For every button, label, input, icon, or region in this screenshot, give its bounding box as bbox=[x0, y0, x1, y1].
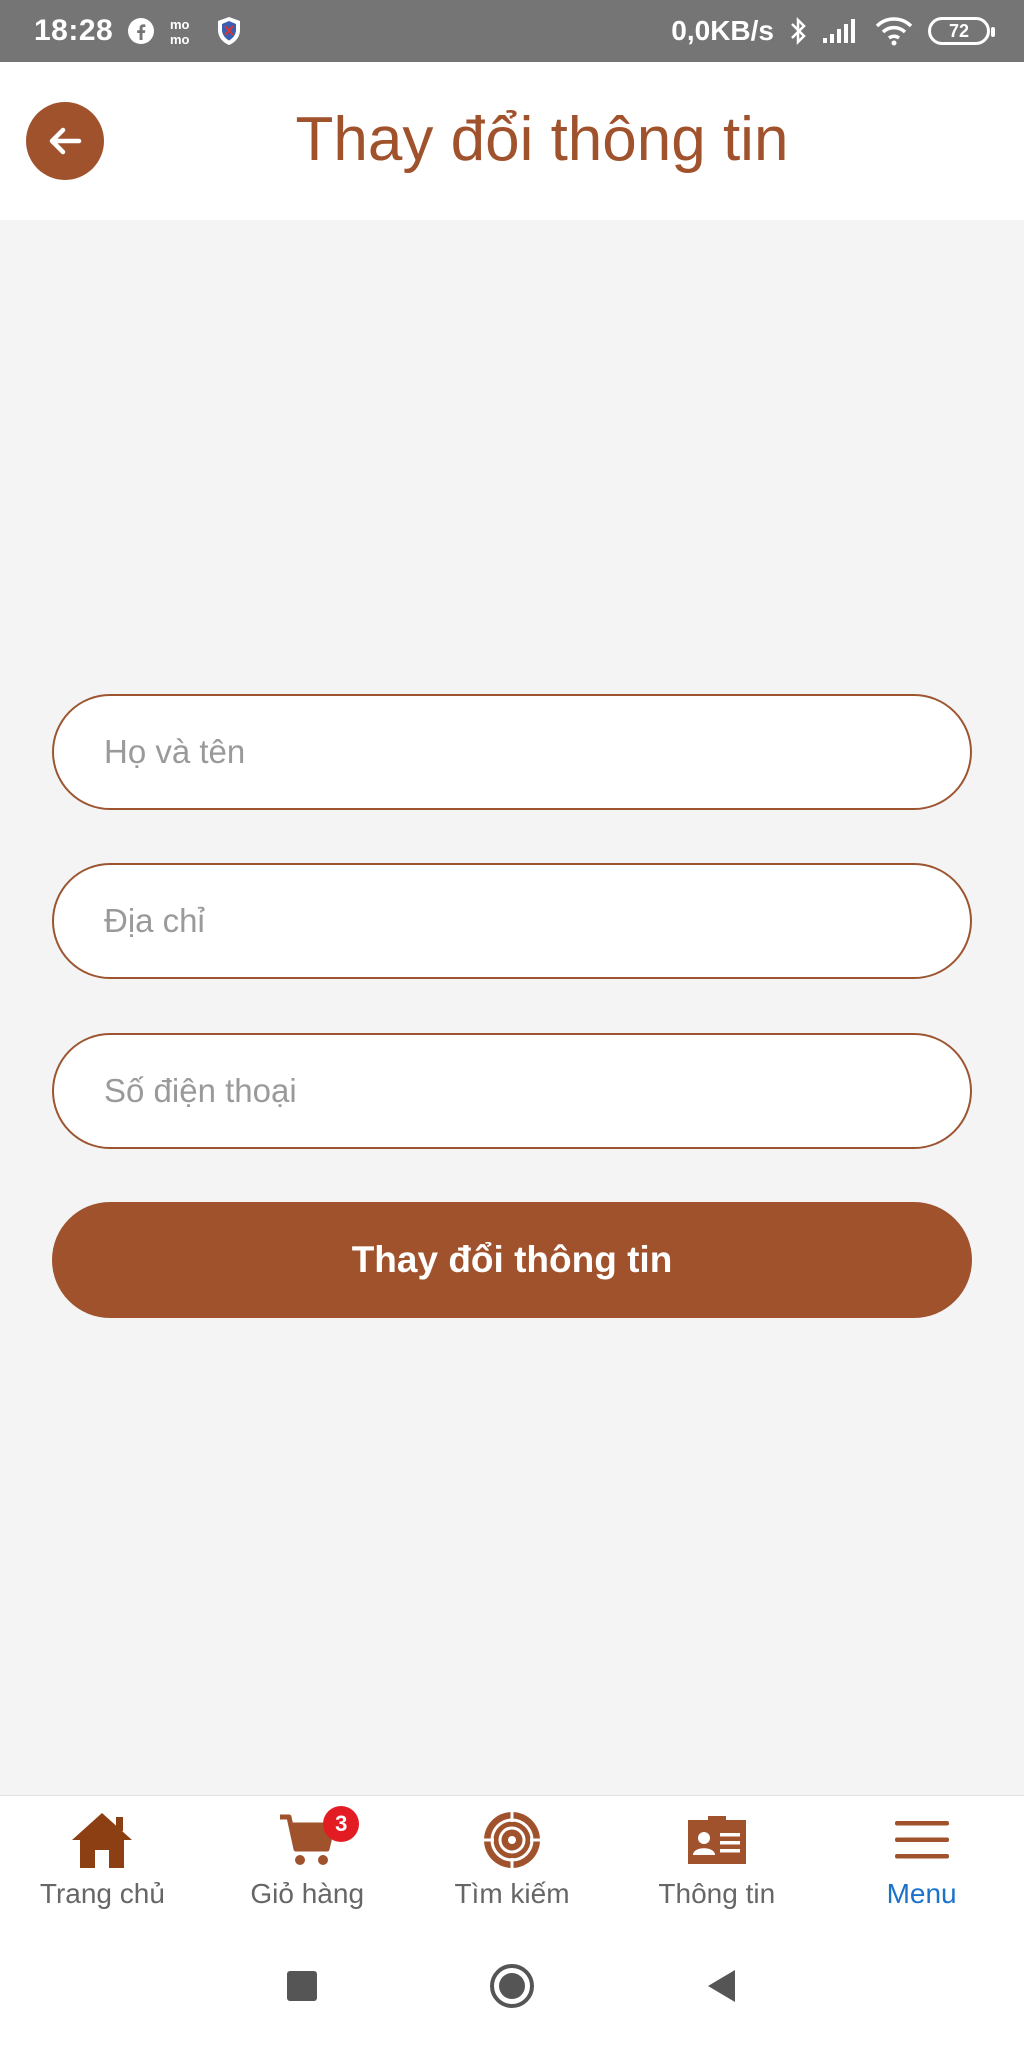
nav-item-cart[interactable]: 3 Giỏ hàng bbox=[205, 1796, 410, 1923]
address-field[interactable] bbox=[52, 863, 972, 979]
svg-text:mo: mo bbox=[170, 32, 190, 46]
recents-button[interactable] bbox=[267, 1951, 337, 2021]
shield-icon bbox=[215, 15, 243, 47]
home-system-button[interactable] bbox=[477, 1951, 547, 2021]
wifi-icon bbox=[874, 16, 914, 46]
bottom-nav: Trang chủ 3 Giỏ hàng Tìm kiếm Thông tin … bbox=[0, 1795, 1024, 1923]
target-icon bbox=[481, 1808, 543, 1872]
status-bar-right: 0,0KB/s 72 bbox=[671, 15, 995, 47]
nav-item-home[interactable]: Trang chủ bbox=[0, 1796, 205, 1923]
hamburger-menu-icon bbox=[893, 1808, 951, 1872]
phone-input[interactable] bbox=[104, 1072, 920, 1110]
full-name-field[interactable] bbox=[52, 694, 972, 810]
circle-icon bbox=[490, 1963, 534, 2008]
cart-count-badge: 3 bbox=[323, 1806, 360, 1842]
battery-level: 72 bbox=[948, 20, 970, 41]
nav-label-home: Trang chủ bbox=[39, 1878, 165, 1909]
square-icon bbox=[287, 1970, 317, 2001]
nav-item-info[interactable]: Thông tin bbox=[614, 1796, 819, 1923]
phone-field[interactable] bbox=[52, 1033, 972, 1149]
nav-label-menu: Menu bbox=[886, 1878, 957, 1909]
nav-label-cart: Giỏ hàng bbox=[250, 1878, 365, 1909]
home-icon bbox=[69, 1808, 135, 1872]
svg-text:mo: mo bbox=[170, 17, 190, 32]
full-name-input[interactable] bbox=[104, 733, 920, 771]
network-speed: 0,0KB/s bbox=[671, 15, 774, 46]
momo-icon: mo mo bbox=[169, 16, 201, 46]
back-system-button[interactable] bbox=[687, 1951, 757, 2021]
triangle-back-icon bbox=[708, 1969, 735, 2002]
battery-icon: 72 bbox=[928, 17, 995, 45]
app-header: Thay đổi thông tin bbox=[0, 62, 1024, 220]
facebook-icon bbox=[127, 17, 155, 45]
status-bar: 18:28 mo mo 0,0KB/s 72 bbox=[0, 0, 1024, 62]
nav-item-search[interactable]: Tìm kiếm bbox=[410, 1796, 615, 1923]
update-info-button[interactable]: Thay đổi thông tin bbox=[52, 1202, 972, 1318]
nav-label-info: Thông tin bbox=[658, 1878, 776, 1909]
bluetooth-icon bbox=[788, 16, 808, 46]
signal-icon bbox=[822, 18, 860, 44]
cart-icon: 3 bbox=[277, 1806, 360, 1872]
system-nav-bar bbox=[0, 1923, 1024, 2048]
nav-label-search: Tìm kiếm bbox=[454, 1878, 570, 1909]
id-card-icon bbox=[684, 1808, 750, 1872]
nav-item-menu[interactable]: Menu bbox=[819, 1796, 1024, 1923]
clock: 18:28 bbox=[34, 14, 114, 47]
address-input[interactable] bbox=[104, 902, 920, 940]
status-bar-left: 18:28 mo mo bbox=[34, 14, 243, 48]
page-title: Thay đổi thông tin bbox=[295, 105, 789, 174]
